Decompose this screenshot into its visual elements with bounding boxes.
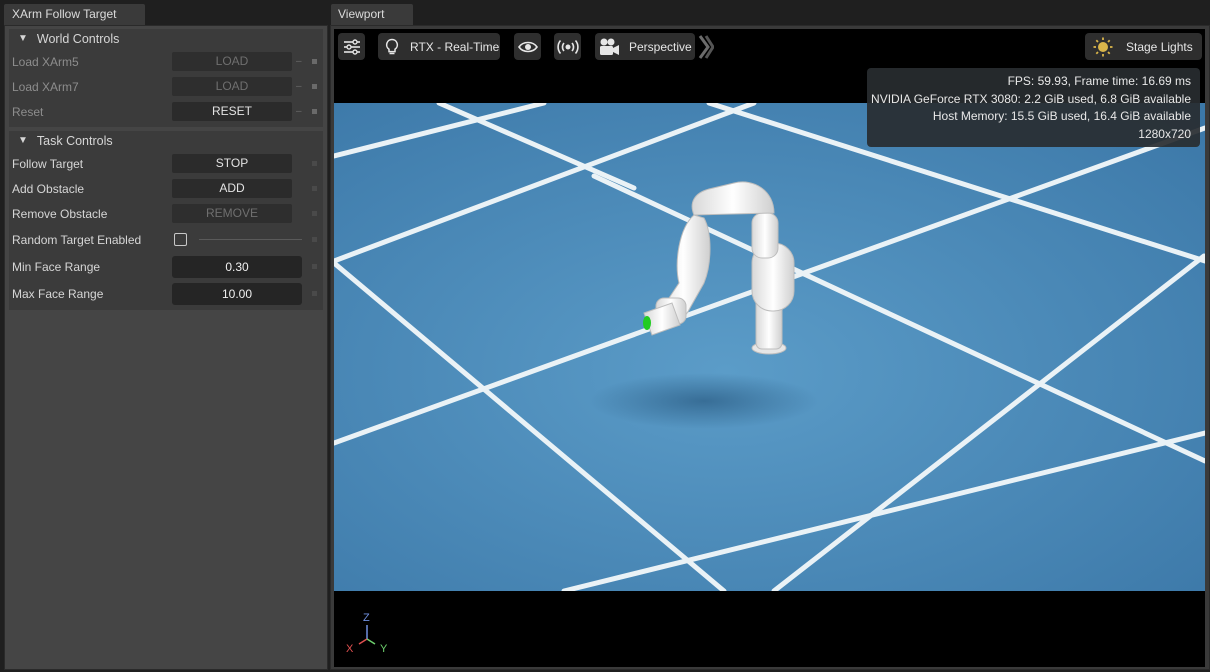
- reset-default-square-icon: [312, 83, 317, 89]
- random-target-label: Random Target Enabled: [12, 232, 142, 247]
- lightbulb-icon: [385, 38, 399, 54]
- reset-label: Reset: [12, 104, 44, 119]
- load-xarm5-label: Load XArm5: [12, 54, 79, 69]
- row-dash: –: [296, 81, 302, 92]
- chevron-right-icon: [698, 34, 714, 59]
- scene-render[interactable]: [334, 103, 1205, 591]
- stage-lights-label: Stage Lights: [1126, 39, 1193, 54]
- broadcast-button[interactable]: [554, 33, 581, 60]
- add-obstacle-row: Add Obstacle ADD: [9, 176, 323, 201]
- reset-default-square-icon: [312, 185, 317, 191]
- divider-line: [199, 239, 302, 240]
- max-face-range-label: Max Face Range: [12, 286, 104, 301]
- tab-xarm-follow-target[interactable]: XArm Follow Target: [4, 4, 145, 25]
- camera-label: Perspective: [629, 39, 692, 54]
- reset-default-square-icon: [312, 263, 317, 269]
- random-target-checkbox[interactable]: [174, 233, 187, 246]
- load-xarm7-row: Load XArm7 LOAD –: [9, 74, 323, 99]
- world-controls-title: World Controls: [36, 32, 120, 46]
- settings-sliders-icon: [343, 38, 360, 55]
- task-controls-title: Task Controls: [36, 134, 113, 148]
- robot-shadow: [589, 373, 819, 429]
- reset-default-square-icon: [312, 160, 317, 166]
- reset-button[interactable]: RESET: [172, 102, 292, 121]
- random-target-row: Random Target Enabled: [9, 226, 323, 253]
- max-face-range-field[interactable]: 10.00: [172, 282, 302, 305]
- camera-button[interactable]: Perspective: [595, 33, 695, 60]
- reset-default-square-icon: [312, 58, 317, 64]
- max-face-range-row: Max Face Range 10.00: [9, 280, 323, 307]
- axis-gizmo: Z X Y: [346, 612, 388, 655]
- add-obstacle-button[interactable]: ADD: [172, 179, 292, 198]
- min-face-range-row: Min Face Range 0.30: [9, 253, 323, 280]
- settings-button[interactable]: [338, 33, 365, 60]
- row-dash: –: [296, 106, 302, 117]
- gripper-green: [643, 316, 651, 330]
- fps-readout: FPS: 59.93, Frame time: 16.69 ms: [1007, 74, 1191, 88]
- follow-target-label: Follow Target: [12, 156, 84, 171]
- axis-z-label: Z: [363, 612, 370, 624]
- min-face-range-field[interactable]: 0.30: [172, 255, 302, 278]
- load-xarm7-label: Load XArm7: [12, 79, 79, 94]
- collapse-triangle-icon[interactable]: ▼: [18, 131, 28, 151]
- add-obstacle-label: Add Obstacle: [12, 181, 85, 196]
- sun-icon: [1093, 37, 1113, 56]
- collapse-triangle-icon[interactable]: ▼: [18, 29, 28, 49]
- reset-default-square-icon: [312, 210, 317, 216]
- remove-obstacle-label: Remove Obstacle: [12, 206, 108, 221]
- viewport-canvas[interactable]: RTX - Real-Time Perspective Stage Lights…: [334, 29, 1205, 667]
- visibility-button[interactable]: [514, 33, 541, 60]
- load-xarm5-button[interactable]: LOAD: [172, 52, 292, 71]
- axis-y-label: Y: [380, 643, 388, 655]
- load-xarm5-row: Load XArm5 LOAD –: [9, 49, 323, 74]
- host-memory-readout: Host Memory: 15.5 GiB used, 16.4 GiB ava…: [932, 109, 1191, 123]
- stage-lights-button[interactable]: Stage Lights: [1085, 33, 1202, 60]
- extension-panel: ▼ World Controls Load XArm5 LOAD – Load …: [4, 25, 328, 670]
- reset-row: Reset RESET –: [9, 99, 323, 124]
- broadcast-icon: [556, 39, 579, 54]
- expand-toolbar-button[interactable]: [697, 33, 715, 60]
- follow-target-stop-button[interactable]: STOP: [172, 154, 292, 173]
- eye-icon: [517, 41, 538, 52]
- tab-viewport[interactable]: Viewport: [331, 4, 413, 25]
- movie-camera-icon: [600, 38, 619, 55]
- task-controls-header[interactable]: ▼ Task Controls: [9, 131, 323, 151]
- reset-default-square-icon: [312, 108, 317, 114]
- axis-x-label: X: [346, 643, 354, 655]
- load-xarm7-button[interactable]: LOAD: [172, 77, 292, 96]
- world-controls-header[interactable]: ▼ World Controls: [9, 29, 323, 49]
- reset-default-square-icon: [312, 236, 317, 242]
- reset-default-square-icon: [312, 290, 317, 296]
- min-face-range-label: Min Face Range: [12, 259, 101, 274]
- world-controls-frame: ▼ World Controls Load XArm5 LOAD – Load …: [9, 29, 323, 127]
- renderer-mode-button[interactable]: RTX - Real-Time: [378, 33, 500, 60]
- stats-overlay: FPS: 59.93, Frame time: 16.69 ms NVIDIA …: [867, 68, 1200, 147]
- follow-target-row: Follow Target STOP: [9, 151, 323, 176]
- row-dash: –: [296, 56, 302, 67]
- task-controls-frame: ▼ Task Controls Follow Target STOP Add O…: [9, 131, 323, 310]
- remove-obstacle-button[interactable]: REMOVE: [172, 204, 292, 223]
- remove-obstacle-row: Remove Obstacle REMOVE: [9, 201, 323, 226]
- resolution-readout: 1280x720: [1138, 126, 1191, 141]
- gpu-memory-readout: NVIDIA GeForce RTX 3080: 2.2 GiB used, 6…: [871, 91, 1191, 106]
- renderer-mode-label: RTX - Real-Time: [410, 39, 500, 54]
